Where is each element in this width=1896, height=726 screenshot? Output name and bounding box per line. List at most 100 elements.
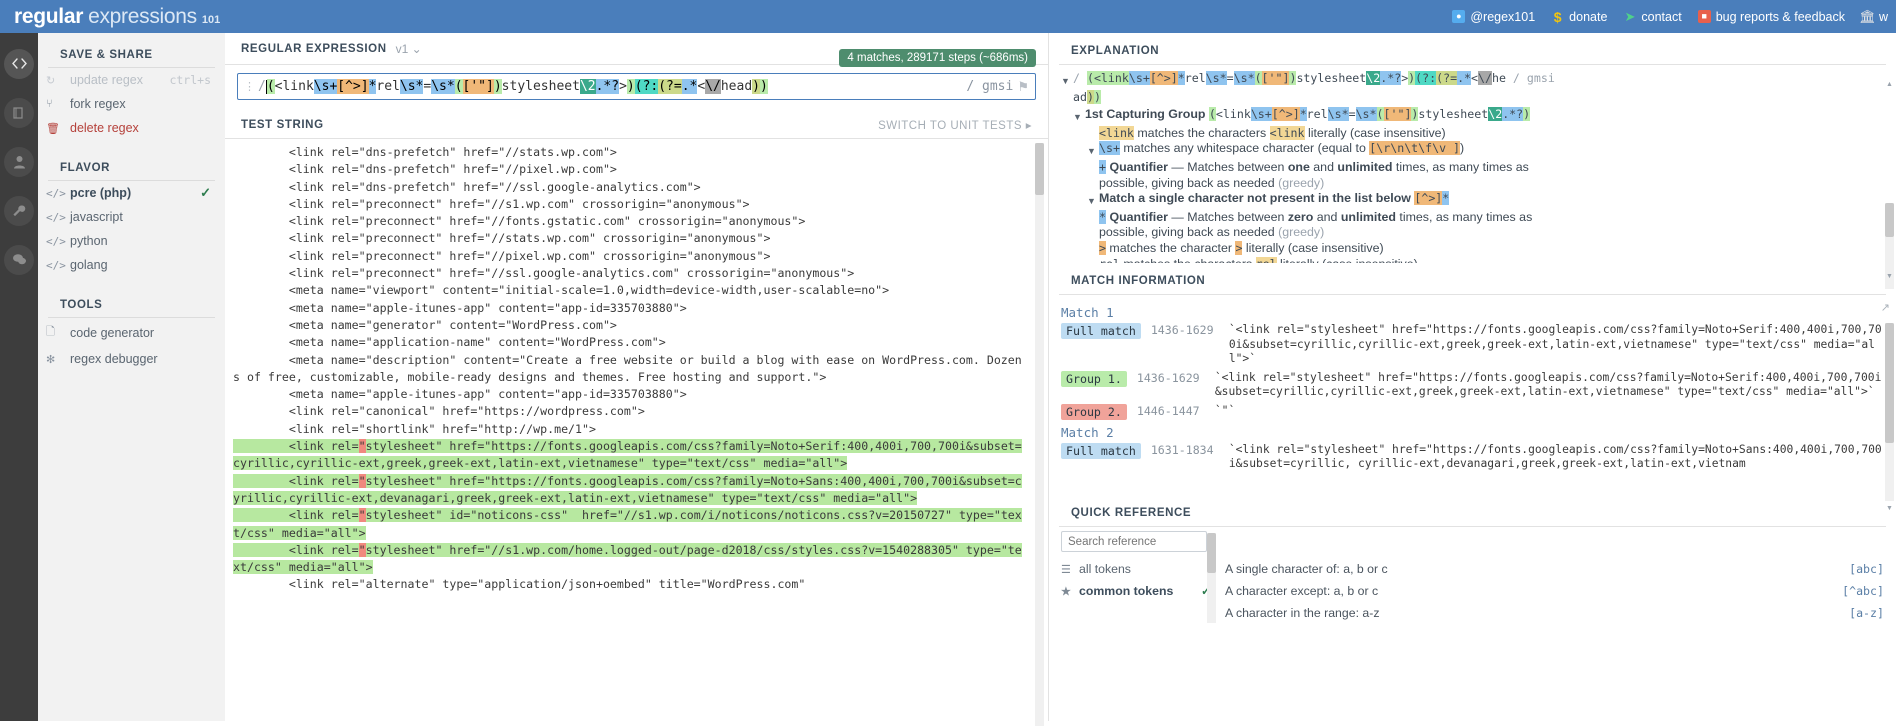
search-input[interactable] (1061, 531, 1207, 552)
explanation-node-plus-quantifier: + Quantifier — Matches between one and u… (1099, 159, 1529, 174)
match-info-scroll-down-arrow[interactable]: ▼ (1885, 505, 1894, 512)
export-matches-icon[interactable]: ↗ (1881, 301, 1890, 314)
test-string-scrollbar-track[interactable] (1035, 143, 1044, 726)
twitter-link[interactable]: ● @regex101 (1452, 10, 1535, 24)
site-logo[interactable]: regular expressions 101 (0, 5, 220, 29)
contact-link-label: contact (1641, 9, 1682, 24)
switch-to-unit-tests-button[interactable]: SWITCH TO UNIT TESTS ▸ (878, 118, 1032, 132)
top-links-group: ● @regex101 $ donate ➤ contact ■ bug rep… (1452, 10, 1896, 24)
quick-ref-scrollbar-thumb[interactable] (1207, 533, 1216, 573)
wiki-link[interactable]: 🏛 w (1859, 9, 1888, 24)
regex-version-selector[interactable]: v1 ⌄ (396, 42, 422, 56)
qr-reference-row[interactable]: A character in the range: a-z [a-z] (1223, 602, 1886, 624)
explanation-node-link-literal: <link matches the characters <link liter… (1099, 125, 1446, 140)
sidebar-item-flavor-golang[interactable]: </> golang (38, 253, 225, 277)
match-info-scrollbar-thumb[interactable] (1885, 323, 1894, 443)
link-literal-suffix: literally (case insensitive) (1307, 125, 1446, 140)
triangle-down-icon[interactable]: ▼ (1061, 71, 1073, 90)
explanation-body[interactable]: ▼ / (<link\s+[^>]*rel\s*=\s*(['"])styles… (1049, 65, 1896, 263)
explanation-heading: EXPLANATION (1059, 33, 1886, 65)
match-value: `<link rel="stylesheet" href="https://fo… (1228, 323, 1882, 365)
sidebar-item-delete-regex[interactable]: 🗑 delete regex (38, 116, 225, 140)
quick-reference-body: ☰ all tokens ★ common tokens ✓ A single … (1049, 527, 1896, 624)
donate-link[interactable]: $ donate (1551, 9, 1608, 24)
match-info-scrollbar-track[interactable] (1885, 323, 1894, 501)
twitter-icon: ● (1452, 10, 1466, 23)
flag-icon[interactable]: ⚑ (1017, 79, 1029, 95)
file-code-icon: 🗋 (46, 326, 55, 338)
flavor-golang-label: golang (70, 258, 108, 272)
match-row: Full match 1631-1834 `<link rel="stylesh… (1061, 442, 1886, 472)
sidebar-heading-tools: TOOLS (48, 295, 215, 318)
sidebar-item-flavor-javascript[interactable]: </> javascript (38, 205, 225, 229)
rail-item-library[interactable] (0, 88, 38, 137)
rail-item-account[interactable] (0, 137, 38, 186)
sidebar-item-update-regex[interactable]: ↻ update regex ctrl+s (38, 68, 225, 92)
sidebar-heading-flavor: FLAVOR (48, 158, 215, 181)
test-string-editor[interactable]: <link rel="dns-prefetch" href="//stats.w… (225, 139, 1048, 726)
bug-reports-label: bug reports & feedback (1715, 9, 1845, 24)
quick-reference-categories: ☰ all tokens ★ common tokens ✓ (1061, 558, 1211, 624)
quick-ref-scrollbar-track[interactable] (1207, 533, 1216, 623)
whitespace-desc: matches any whitespace character (equal … (1123, 141, 1366, 156)
logo-part-expressions: expressions (88, 4, 197, 28)
rail-item-editor[interactable] (0, 39, 38, 88)
regex-version-label: v1 (395, 41, 409, 56)
qr-category-label: common tokens (1079, 584, 1174, 598)
code-generator-label: code generator (70, 325, 155, 340)
match-status-badge: 4 matches, 289171 steps (~686ms) (839, 49, 1036, 67)
match-tag: Full match (1061, 442, 1141, 459)
sidebar-item-fork-regex[interactable]: ⑂ fork regex (38, 92, 225, 116)
bug-debug-icon: ✻ (46, 353, 56, 366)
twitter-link-label: @regex101 (1470, 9, 1536, 24)
wiki-link-label: w (1878, 9, 1888, 24)
explanation-node-gt-literal: > matches the character > literally (cas… (1099, 240, 1384, 255)
match-range: 1436-1629 (1150, 323, 1214, 337)
match-information-heading: MATCH INFORMATION (1059, 263, 1886, 295)
regex-input-wrapper: 4 matches, 289171 steps (~686ms) ⋮ / (<l… (225, 49, 1048, 100)
sidebar-item-flavor-pcre[interactable]: </> pcre (php) ✓ (38, 181, 225, 205)
match-row: Full match 1436-1629 `<link rel="stylesh… (1061, 323, 1886, 367)
sidebar-item-flavor-python[interactable]: </> python (38, 229, 225, 253)
wrench-icon (4, 195, 34, 226)
qr-category-all-tokens[interactable]: ☰ all tokens (1061, 558, 1211, 580)
qr-category-label: all tokens (1079, 562, 1131, 576)
sidebar-heading-save-share: SAVE & SHARE (48, 45, 215, 68)
sidebar-item-code-generator[interactable]: 🗋 code generator (38, 318, 225, 347)
rail-item-community[interactable] (0, 235, 38, 284)
explanation-node-whitespace: ▼ \s+ matches any whitespace character (… (1087, 141, 1878, 160)
match-value: `<link rel="stylesheet" href="https://fo… (1228, 442, 1882, 471)
delete-regex-label: delete regex (70, 121, 139, 135)
qr-reference-row[interactable]: A single character of: a, b or c [abc] (1223, 558, 1886, 580)
explanation-scroll-up-arrow[interactable]: ▲ (1885, 81, 1894, 88)
chat-icon (4, 244, 34, 275)
negated-class-label: Match a single character not present in … (1099, 191, 1411, 206)
test-string-scrollbar-thumb[interactable] (1035, 143, 1044, 195)
bug-icon: ■ (1697, 10, 1711, 23)
donate-link-label: donate (1569, 9, 1608, 24)
qr-category-common-tokens[interactable]: ★ common tokens ✓ (1061, 580, 1211, 602)
triangle-down-icon[interactable]: ▼ (1087, 191, 1099, 210)
test-string-title: TEST STRING (241, 118, 324, 131)
match-information-body[interactable]: ↗ Match 1 Full match 1436-1629 `<link re… (1049, 295, 1896, 495)
contact-link[interactable]: ➤ contact (1623, 10, 1681, 24)
regex-open-delimiter: / (258, 79, 266, 94)
qr-reference-row[interactable]: A character except: a, b or c [^abc] (1223, 580, 1886, 602)
triangle-down-icon[interactable]: ▼ (1073, 107, 1085, 126)
paper-plane-icon: ➤ (1624, 9, 1636, 24)
match-tag: Group 2. (1061, 403, 1127, 420)
explanation-scrollbar-thumb[interactable] (1885, 203, 1894, 237)
explanation-scroll-down-arrow[interactable]: ▼ (1885, 273, 1894, 280)
rail-item-tools[interactable] (0, 186, 38, 235)
regex-input[interactable]: ⋮ / (<link\s+[^>]*rel\s*=\s*(['"])styles… (237, 73, 1036, 100)
left-sidebar: SAVE & SHARE ↻ update regex ctrl+s ⑂ for… (38, 33, 225, 721)
bug-reports-link[interactable]: ■ bug reports & feedback (1697, 9, 1845, 24)
fork-icon: ⑂ (46, 98, 53, 110)
explanation-node-capturing-group: ▼ 1st Capturing Group (<link\s+[^>]*rel\… (1073, 107, 1878, 126)
flavor-python-label: python (70, 234, 108, 248)
sidebar-item-regex-debugger[interactable]: ✻ regex debugger (38, 347, 225, 371)
regex-flags[interactable]: / gmsi (966, 79, 1013, 94)
triangle-down-icon[interactable]: ▼ (1087, 141, 1099, 160)
explanation-node-plus-quantifier-cont: possible, giving back as needed (greedy) (1099, 175, 1325, 190)
code-icon (4, 48, 34, 79)
